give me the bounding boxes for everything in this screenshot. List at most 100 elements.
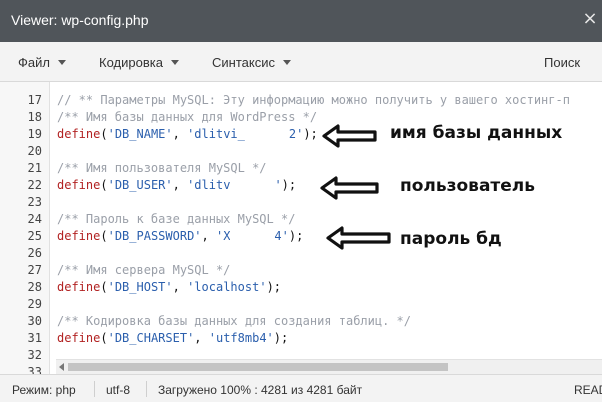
code-keyword: define — [57, 127, 101, 141]
code-line[interactable]: define('DB_NAME', 'dlitvi_ 2'); — [57, 126, 318, 143]
window-title: Viewer: wp-config.php — [11, 12, 149, 28]
code-line[interactable]: /** Имя базы данных для WordPress */ — [57, 109, 317, 126]
status-encoding: utf-8 — [106, 383, 131, 397]
code-string: 4' — [274, 229, 289, 243]
redacted-text — [244, 128, 289, 140]
search-button[interactable]: Поиск — [544, 54, 580, 72]
code-text: , — [172, 178, 188, 192]
status-divider — [94, 381, 95, 397]
chevron-down-icon — [282, 60, 291, 65]
code-text: , — [194, 331, 209, 345]
code-comment: /** Кодировка базы данных для создания т… — [57, 314, 412, 328]
menu-file[interactable]: Файл — [18, 54, 66, 72]
code-keyword: define — [57, 280, 101, 294]
status-loaded: Загружено 100% : 4281 из 4281 байт — [158, 383, 363, 397]
code-text: ( — [100, 280, 108, 294]
redacted-text — [230, 230, 275, 242]
code-text: ( — [100, 229, 108, 243]
code-keyword: define — [57, 229, 101, 243]
annotation-db-user: пользователь — [400, 176, 535, 196]
arrow-left-icon — [320, 176, 379, 200]
code-text: ); — [281, 178, 297, 192]
annotation-db-password: пароль бд — [400, 229, 502, 249]
code-line[interactable]: /** Пароль к базе данных MySQL */ — [57, 211, 295, 228]
line-number: 19 — [27, 127, 42, 141]
code-text: , — [201, 229, 216, 243]
chevron-left-icon[interactable] — [59, 363, 64, 371]
code-string: 'DB_NAME' — [107, 127, 173, 141]
line-number: 24 — [27, 212, 42, 226]
line-number: 27 — [27, 263, 42, 277]
code-string: 2' — [288, 127, 304, 141]
code-comment: /** Имя пользователя MySQL */ — [57, 161, 267, 175]
line-number: 21 — [27, 161, 42, 175]
code-text: ); — [266, 280, 282, 294]
line-number: 25 — [27, 229, 42, 243]
code-line[interactable]: define('DB_PASSWORD', 'X 4'); — [57, 228, 303, 245]
code-comment: // ** Параметры MySQL: Эту информацию мо… — [57, 93, 570, 107]
code-string: 'X — [215, 229, 231, 243]
code-text: ); — [303, 127, 318, 141]
code-string: 'DB_USER' — [107, 178, 173, 192]
code-string: 'dlitvi_ — [187, 127, 245, 141]
code-string: ' — [274, 178, 282, 192]
status-bar: Режим: php utf-8 Загружено 100% : 4281 и… — [0, 374, 602, 402]
arrow-left-icon — [322, 124, 377, 148]
close-icon[interactable]: × — [580, 9, 600, 29]
code-line[interactable]: // ** Параметры MySQL: Эту информацию мо… — [57, 92, 570, 109]
code-text: ( — [100, 178, 108, 192]
code-comment: /** Пароль к базе данных MySQL */ — [57, 212, 296, 226]
code-string: 'utf8mb4' — [208, 331, 274, 345]
line-number-gutter: 17 18 19 20 21 22 23 24 25 26 27 28 29 30 31 32 33 — [0, 82, 50, 374]
code-line[interactable]: /** Имя сервера MySQL */ — [57, 262, 230, 279]
code-string: 'DB_PASSWORD' — [107, 229, 202, 243]
scrollbar-thumb[interactable] — [68, 363, 448, 371]
code-string: 'DB_HOST' — [107, 280, 173, 294]
code-keyword: define — [57, 178, 101, 192]
line-number: 22 — [27, 178, 42, 192]
line-number: 32 — [27, 348, 42, 362]
menu-bar: Файл Кодировка Синтаксис Поиск — [0, 42, 602, 82]
status-ready: READ — [574, 383, 602, 397]
arrow-left-icon — [326, 226, 391, 250]
code-line[interactable]: define('DB_CHARSET', 'utf8mb4'); — [57, 330, 288, 347]
menu-syntax[interactable]: Синтаксис — [212, 54, 291, 72]
menu-encoding[interactable]: Кодировка — [99, 54, 179, 72]
code-comment: /** Имя сервера MySQL */ — [57, 263, 231, 277]
horizontal-scrollbar[interactable] — [56, 359, 602, 374]
code-string: 'localhost' — [187, 280, 267, 294]
code-line[interactable]: /** Имя пользователя MySQL */ — [57, 160, 267, 177]
code-string: 'dlitv — [187, 178, 231, 192]
code-line[interactable]: define('DB_HOST', 'localhost'); — [57, 279, 281, 296]
code-text: ); — [273, 331, 289, 345]
code-text: ( — [100, 331, 108, 345]
line-number: 23 — [27, 195, 42, 209]
line-number: 33 — [27, 365, 42, 374]
code-text: ( — [100, 127, 108, 141]
title-bar: Viewer: wp-config.php × — [0, 0, 602, 42]
status-divider — [146, 381, 147, 397]
chevron-down-icon — [170, 60, 179, 65]
chevron-down-icon — [57, 60, 66, 65]
line-number: 31 — [27, 331, 42, 345]
annotation-db-name: имя базы данных — [390, 123, 563, 143]
line-number: 26 — [27, 246, 42, 260]
code-string: 'DB_CHARSET' — [107, 331, 195, 345]
menu-encoding-label: Кодировка — [99, 55, 163, 70]
line-number: 30 — [27, 314, 42, 328]
menu-syntax-label: Синтаксис — [212, 55, 275, 70]
code-text: , — [172, 280, 188, 294]
code-text: , — [172, 127, 188, 141]
code-keyword: define — [57, 331, 101, 345]
code-line[interactable]: define('DB_USER', 'dlitv '); — [57, 177, 296, 194]
line-number: 18 — [27, 110, 42, 124]
status-mode: Режим: php — [12, 383, 76, 397]
code-text: ); — [288, 229, 304, 243]
line-number: 20 — [27, 144, 42, 158]
search-label: Поиск — [544, 55, 581, 70]
line-number: 17 — [27, 93, 42, 107]
line-number: 28 — [27, 280, 42, 294]
code-line[interactable]: /** Кодировка базы данных для создания т… — [57, 313, 411, 330]
menu-file-label: Файл — [18, 55, 50, 70]
code-comment: /** Имя базы данных для WordPress */ — [57, 110, 318, 124]
